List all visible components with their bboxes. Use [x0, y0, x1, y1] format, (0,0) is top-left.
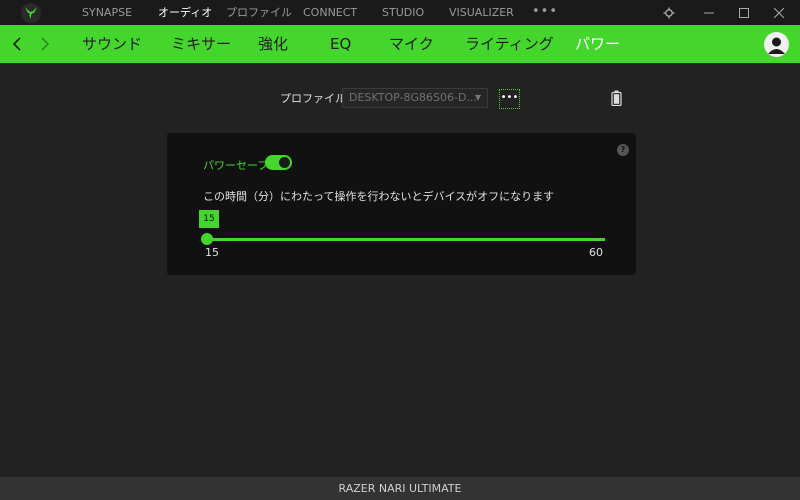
power-settings-card [167, 133, 636, 275]
power-save-label: パワーセーブ [203, 159, 269, 172]
topnav-studio[interactable]: STUDIO [382, 0, 424, 25]
tab-lighting[interactable]: ライティング [465, 25, 554, 63]
toggle-knob [279, 157, 290, 168]
profile-selected-value: DESKTOP-8G86S06-D... [349, 91, 477, 104]
topnav-synapse[interactable]: SYNAPSE [82, 0, 132, 25]
power-save-toggle[interactable] [265, 155, 292, 170]
close-icon[interactable] [764, 0, 794, 25]
profile-label: プロファイル [280, 92, 346, 105]
back-arrow-icon[interactable] [6, 25, 28, 63]
topnav-profile[interactable]: プロファイル [226, 0, 292, 25]
user-avatar-icon[interactable] [764, 32, 789, 57]
tab-sound[interactable]: サウンド [82, 25, 142, 63]
topnav-visualizer[interactable]: VISUALIZER [449, 0, 514, 25]
tab-enhancement[interactable]: 強化 [258, 25, 288, 63]
chevron-down-icon: ▼ [474, 93, 481, 102]
profile-dropdown[interactable]: DESKTOP-8G86S06-D... ▼ [342, 88, 488, 108]
gear-icon[interactable] [654, 0, 684, 25]
power-save-description: この時間（分）にわたって操作を行わないとデバイスがオフになります [203, 190, 555, 203]
tab-mixer[interactable]: ミキサー [171, 25, 231, 63]
title-bar: SYNAPSE オーディオ プロファイル CONNECT STUDIO VISU… [0, 0, 800, 25]
topnav-connect[interactable]: CONNECT [303, 0, 357, 25]
tab-mic[interactable]: マイク [389, 25, 434, 63]
timeout-slider-track[interactable] [207, 238, 605, 241]
profile-more-button[interactable]: ••• [499, 89, 520, 109]
tab-power[interactable]: パワー [575, 25, 620, 63]
slider-max-label: 60 [589, 246, 603, 259]
tab-bar: サウンド ミキサー 強化 EQ マイク ライティング パワー [0, 25, 800, 63]
razer-logo-icon[interactable] [21, 3, 41, 23]
maximize-icon[interactable] [729, 0, 759, 25]
battery-icon [611, 90, 622, 107]
topnav-more-button[interactable]: ••• [532, 0, 558, 25]
minimize-icon[interactable] [694, 0, 724, 25]
slider-value-badge: 15 [199, 210, 219, 228]
help-icon[interactable]: ? [617, 144, 629, 156]
device-name-footer: RAZER NARI ULTIMATE [0, 477, 800, 500]
tab-eq[interactable]: EQ [330, 25, 351, 63]
topnav-audio[interactable]: オーディオ [158, 0, 212, 25]
forward-arrow-icon[interactable] [34, 25, 56, 63]
slider-min-label: 15 [205, 246, 219, 259]
timeout-slider-thumb[interactable] [201, 233, 213, 245]
